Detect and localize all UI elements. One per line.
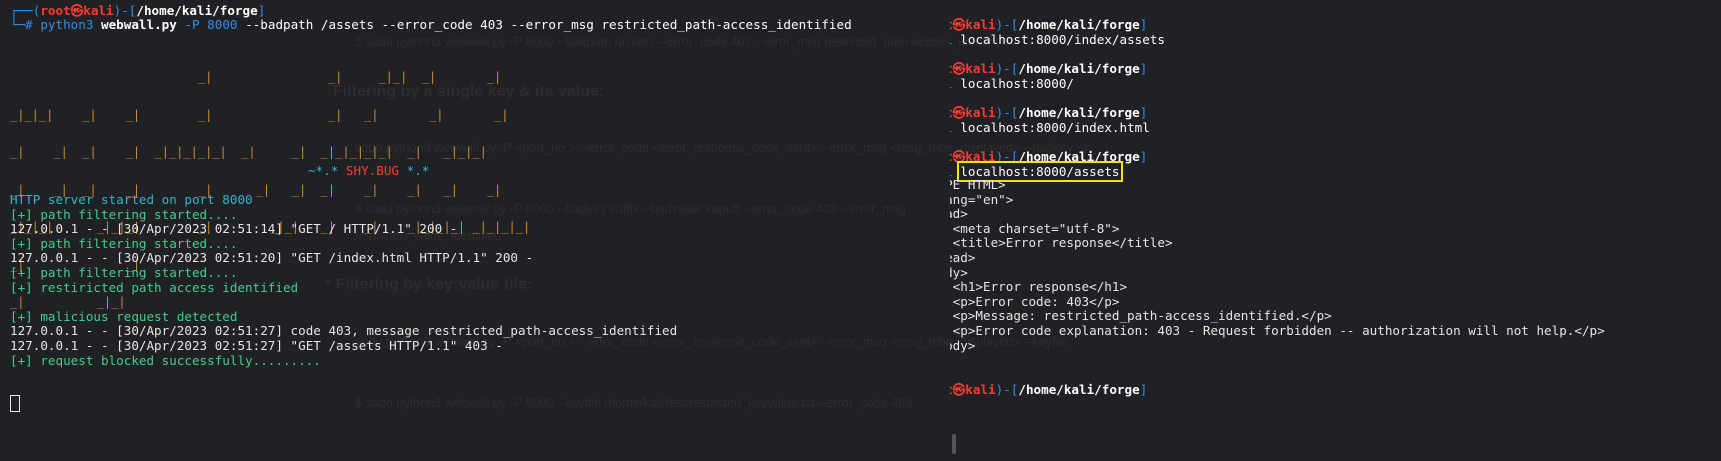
response-line: <body> [950,264,968,280]
log-line: 127.0.0.1 - - [30/Apr/2023 02:51:14] "GE… [10,221,458,237]
log-line: [+] malicious request detected [10,308,238,324]
banner-line: _| _| _| _| _|_|_|_|_| _| _| _|_|_|_|_| … [10,145,487,159]
log-line: 127.0.0.1 - - [30/Apr/2023 02:51:27] cod… [10,323,678,339]
block-cursor-icon [10,395,20,412]
banner-line: _| _| _|_| _| _| [10,70,502,84]
response-line: <meta charset="utf-8"> [952,220,1120,236]
log-line: 127.0.0.1 - - [30/Apr/2023 02:51:20] "GE… [10,250,534,266]
log-line: [+] path filtering started.... [10,264,238,280]
input-cursor[interactable] [10,395,20,412]
log-line: [+] request blocked successfully........… [10,352,321,368]
prompt-header: ┌──(root㉿kali)-[/home/kali/forge] [950,61,1148,76]
log-line: HTTP server started on port 8000 [10,192,253,207]
command-line[interactable]: └─# python3 webwall.py -P 8000 --badpath… [10,17,852,33]
prompt-header: ┌──(root㉿kali)-[/home/kali/forge] [950,17,1148,32]
left-terminal-pane[interactable]: ┌──(root㉿kali)-[/home/kali/forge] └─# py… [0,0,950,461]
response-line: </html> [950,353,1605,368]
curl-command[interactable]: └─# curl localhost:8000/ [950,76,1074,92]
prompt-header: ┌──(root㉿kali)-[/home/kali/forge] [950,149,1148,164]
response-line: <p>Message: restricted_path-access_ident… [952,308,1332,324]
banner-tagline: ~*.* SHY.BUG *.* [308,163,430,178]
curl-response: <!DOCTYPE HTML><html lang="en"> <head> <… [950,177,1605,368]
prompt-header: ┌──(root㉿kali)-[/home/kali/forge] [950,382,1148,397]
curl-command[interactable]: └─# curl localhost:8000/index/assets [950,32,1165,48]
response-line: <h1>Error response</h1> [952,279,1128,295]
response-line: <html lang="en"> [950,191,1014,207]
response-line: <!DOCTYPE HTML> [950,177,1006,192]
log-line: [+] restiricted path access identified [10,279,299,295]
response-line: </body> [950,337,976,353]
curl-command[interactable]: └─# curl localhost:8000/index.html [950,120,1150,136]
response-line: <head> [950,206,968,222]
log-line: [+] path filtering started.... [10,206,238,222]
server-log: HTTP server started on port 8000 [+] path… [10,192,678,368]
banner-line: _|_|_| _| _| _| _| _| _| _| [10,107,509,122]
prompt-header: ┌──(root㉿kali)-[/home/kali/forge] [950,105,1148,120]
right-terminal-pane[interactable]: ┌──(root㉿kali)-[/home/kali/forge] └─# cu… [950,0,1721,461]
log-line: 127.0.0.1 - - [30/Apr/2023 02:51:27] "GE… [10,337,503,353]
response-line: <p>Error code: 403</p> [952,293,1120,309]
response-line: <title>Error response</title> [952,235,1173,251]
response-line: <p>Error code explanation: 403 - Request… [950,322,1605,338]
log-line: [+] path filtering started.... [10,235,238,251]
response-line: </head> [950,249,976,265]
